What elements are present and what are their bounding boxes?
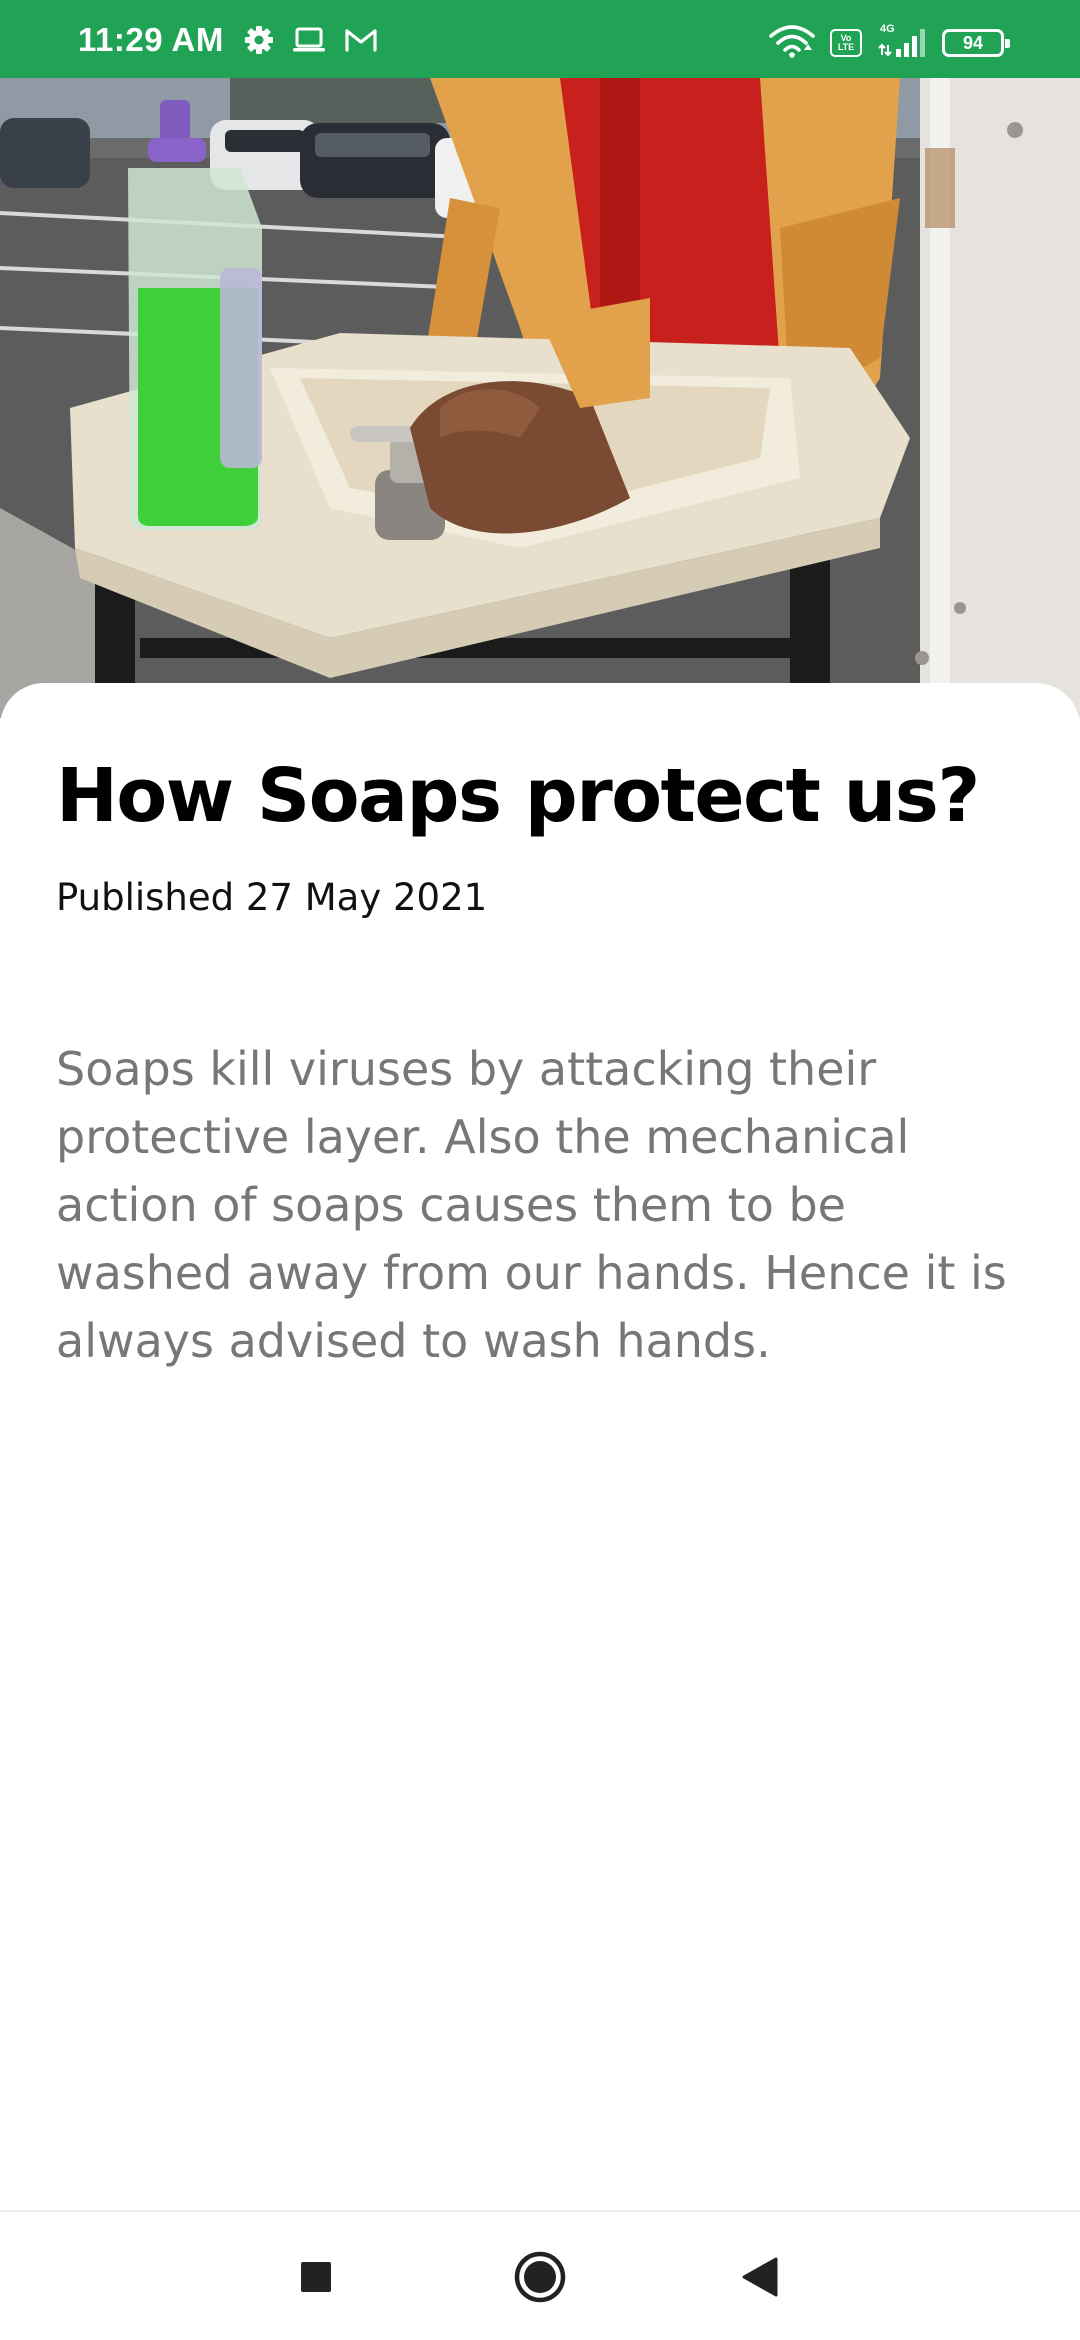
battery-icon: 94 (942, 29, 1010, 57)
navigation-bar (0, 2210, 1080, 2340)
status-left-icons (244, 25, 378, 59)
volte-bottom-label: LTE (837, 42, 855, 52)
article-title: How Soaps protect us? (56, 753, 980, 839)
back-triangle-icon (740, 2256, 780, 2302)
volte-icon: Vo LTE (830, 29, 862, 57)
gmail-icon (344, 27, 378, 57)
wifi-icon (768, 24, 816, 62)
signal-icon: 4G (876, 23, 928, 59)
screen: 11:29 AM Vo LTE 4G 94 How Soaps protect … (0, 0, 1080, 2340)
status-bar: 11:29 AM Vo LTE 4G 94 (0, 0, 1080, 78)
published-date: Published 27 May 2021 (56, 876, 488, 919)
status-time: 11:29 AM (78, 21, 224, 58)
circle-icon (513, 2250, 567, 2308)
home-button[interactable] (495, 2234, 585, 2324)
recents-button[interactable] (271, 2234, 361, 2324)
laptop-icon (292, 26, 326, 58)
status-right-icons: Vo LTE 4G 94 (768, 23, 1010, 62)
square-icon (299, 2260, 333, 2298)
gear-icon (244, 25, 274, 59)
back-button[interactable] (715, 2234, 805, 2324)
hero-image (0, 78, 1080, 718)
article-card: How Soaps protect us? Published 27 May 2… (0, 683, 1080, 2210)
article-body: Soaps kill viruses by attacking their pr… (56, 1042, 1007, 1368)
battery-level: 94 (962, 32, 984, 53)
